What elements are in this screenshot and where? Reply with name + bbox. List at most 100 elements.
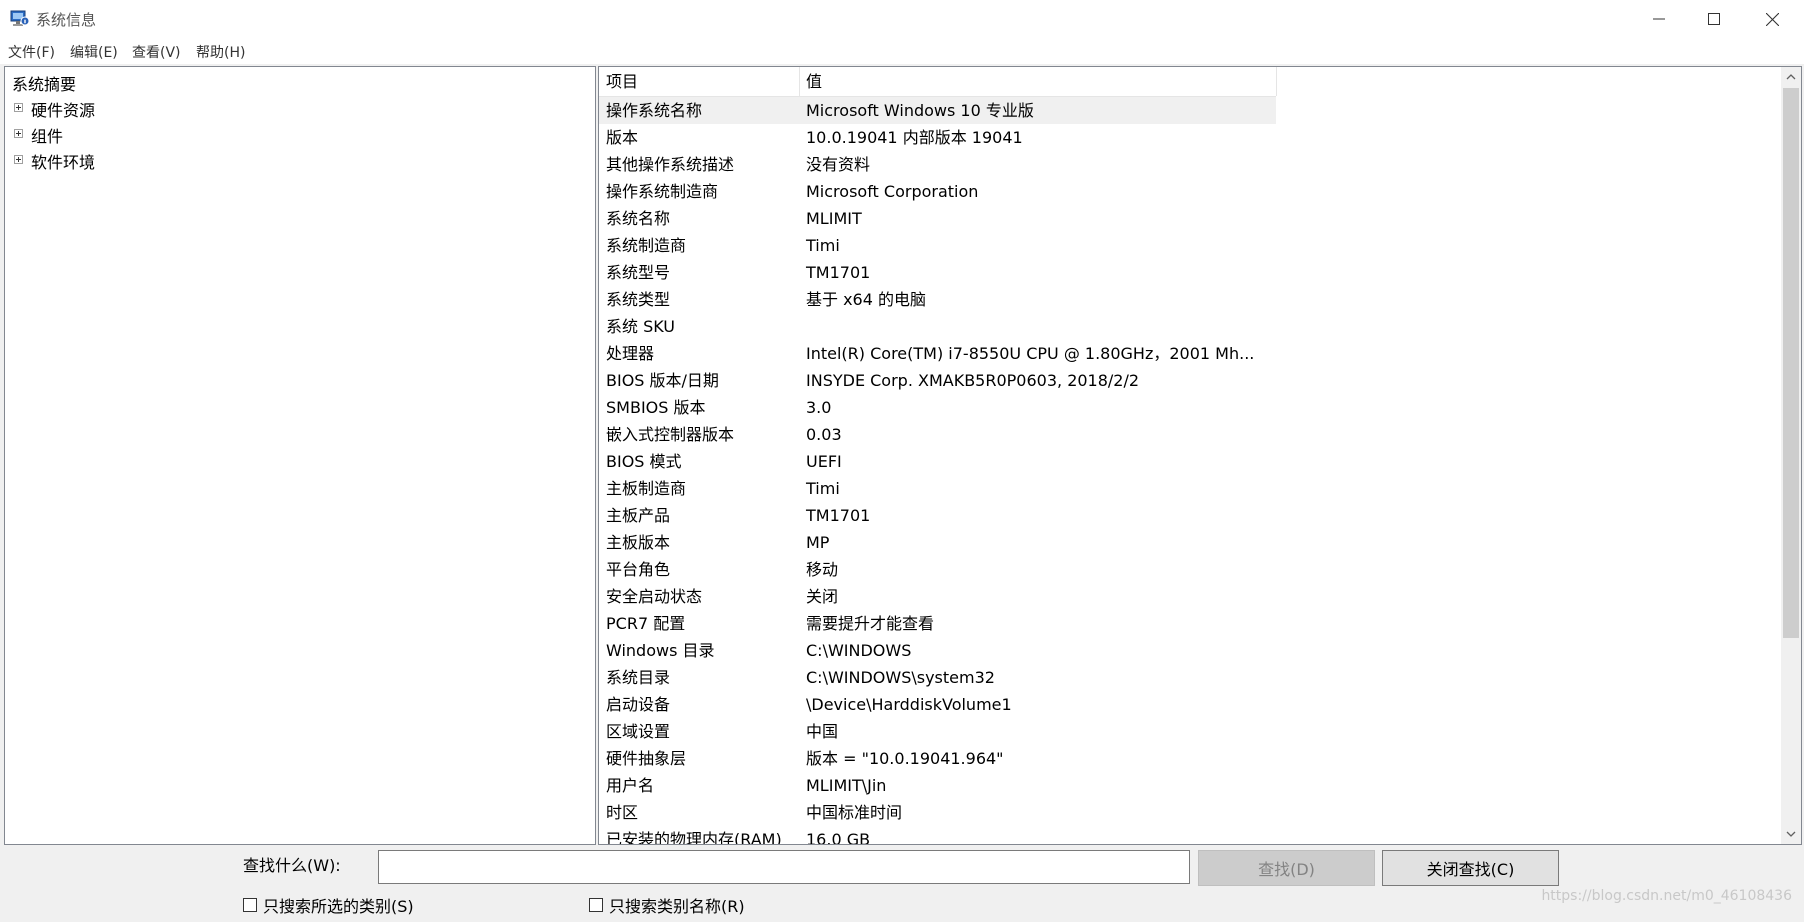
table-row[interactable]: 区域设置 中国: [599, 718, 1769, 745]
window-title: 系统信息: [36, 11, 97, 29]
tree-expand-plus-icon[interactable]: [14, 103, 23, 112]
table-row[interactable]: 其他操作系统描述 没有资料: [599, 151, 1769, 178]
menu-help[interactable]: 帮助(H): [196, 42, 245, 62]
row-value-cell: [799, 313, 1276, 340]
row-item-cell: 平台角色: [606, 560, 671, 579]
search-selected-category-checkbox[interactable]: [243, 898, 257, 912]
row-value-cell: \Device\HarddiskVolume1: [806, 695, 1012, 714]
menu-edit[interactable]: 编辑(E): [70, 42, 118, 62]
table-row[interactable]: 操作系统制造商 Microsoft Corporation: [599, 178, 1769, 205]
table-row[interactable]: SMBIOS 版本 3.0: [599, 394, 1769, 421]
menu-bar: 文件(F) 编辑(E) 查看(V) 帮助(H): [0, 38, 1804, 64]
table-row[interactable]: PCR7 配置 需要提升才能查看: [599, 610, 1769, 637]
close-icon: [1765, 12, 1779, 26]
category-tree[interactable]: 系统摘要 硬件资源 组件 软件环境: [4, 66, 596, 845]
table-row[interactable]: 处理器 Intel(R) Core(TM) i7-8550U CPU @ 1.80…: [599, 340, 1769, 367]
row-value-cell: C:\WINDOWS: [806, 641, 912, 660]
table-row[interactable]: 版本 10.0.19041 内部版本 19041: [599, 124, 1769, 151]
row-value-cell: MP: [806, 533, 830, 552]
tree-item-software-environment[interactable]: 软件环境: [31, 149, 95, 173]
table-row[interactable]: 操作系统名称 Microsoft Windows 10 专业版: [599, 97, 1769, 124]
table-row[interactable]: 主板版本 MP: [599, 529, 1769, 556]
vertical-scrollbar[interactable]: [1781, 67, 1801, 844]
row-item-cell: 主板制造商: [606, 479, 687, 498]
column-divider[interactable]: [1276, 67, 1277, 96]
details-list[interactable]: 项目 值 操作系统名称 Microsoft Windows 10 专业版版本 10.…: [598, 66, 1802, 845]
table-row[interactable]: 平台角色 移动: [599, 556, 1769, 583]
table-row[interactable]: 已安装的物理内存(RAM) 16.0 GB: [599, 826, 1769, 845]
search-category-names-option[interactable]: 只搜索类别名称(R): [589, 893, 745, 917]
table-row[interactable]: 系统 SKU: [599, 313, 1769, 340]
row-value-cell: 10.0.19041 内部版本 19041: [806, 128, 1023, 147]
search-category-names-label: 只搜索类别名称(R): [609, 897, 745, 916]
row-value-cell: Microsoft Windows 10 专业版: [799, 97, 1276, 124]
row-item-cell: 系统类型: [606, 290, 671, 309]
column-header-value[interactable]: 值: [799, 67, 1276, 96]
row-value-cell: 16.0 GB: [806, 830, 871, 845]
table-row[interactable]: 硬件抽象层 版本 = "10.0.19041.964": [599, 745, 1769, 772]
close-button[interactable]: [1743, 0, 1801, 38]
row-item-cell: 系统型号: [606, 263, 671, 282]
system-info-app-icon: [10, 9, 30, 27]
table-row[interactable]: 系统类型 基于 x64 的电脑: [599, 286, 1769, 313]
row-value-cell: 没有资料: [806, 155, 871, 174]
table-row[interactable]: 主板制造商 Timi: [599, 475, 1769, 502]
row-item-cell: 启动设备: [606, 695, 671, 714]
row-value-cell: Timi: [806, 236, 840, 255]
table-row[interactable]: 系统目录 C:\WINDOWS\system32: [599, 664, 1769, 691]
maximize-icon: [1708, 13, 1720, 25]
find-button[interactable]: 查找(D): [1198, 850, 1375, 886]
row-value-cell: 0.03: [806, 425, 842, 444]
row-item-cell: 系统名称: [606, 209, 671, 228]
row-item-cell: 时区: [606, 803, 639, 822]
row-value-cell: UEFI: [806, 452, 842, 471]
table-row[interactable]: 系统型号 TM1701: [599, 259, 1769, 286]
row-item-cell: 操作系统制造商: [606, 182, 719, 201]
row-item-cell: 系统 SKU: [606, 317, 676, 336]
table-row[interactable]: BIOS 模式 UEFI: [599, 448, 1769, 475]
row-item-cell: PCR7 配置: [606, 614, 686, 633]
search-category-names-checkbox[interactable]: [589, 898, 603, 912]
table-row[interactable]: 启动设备 \Device\HarddiskVolume1: [599, 691, 1769, 718]
tree-item-components[interactable]: 组件: [31, 123, 63, 147]
title-bar: 系统信息: [0, 0, 1804, 38]
row-item-cell: 硬件抽象层: [606, 749, 687, 768]
table-row[interactable]: 系统名称 MLIMIT: [599, 205, 1769, 232]
menu-file[interactable]: 文件(F): [8, 42, 55, 62]
table-row[interactable]: BIOS 版本/日期 INSYDE Corp. XMAKB5R0P0603, 20…: [599, 367, 1769, 394]
scroll-down-icon[interactable]: [1781, 824, 1801, 844]
table-row[interactable]: 嵌入式控制器版本 0.03: [599, 421, 1769, 448]
scroll-up-icon[interactable]: [1781, 67, 1801, 87]
row-value-cell: TM1701: [806, 506, 871, 525]
search-selected-category-option[interactable]: 只搜索所选的类别(S): [243, 893, 414, 917]
row-item-cell: 版本: [606, 128, 639, 147]
tree-item-system-summary[interactable]: 系统摘要: [12, 71, 76, 95]
scrollbar-thumb[interactable]: [1783, 88, 1799, 638]
row-item-cell: BIOS 版本/日期: [606, 371, 719, 390]
row-item-cell: 主板版本: [606, 533, 671, 552]
table-row[interactable]: Windows 目录 C:\WINDOWS: [599, 637, 1769, 664]
table-row[interactable]: 安全启动状态 关闭: [599, 583, 1769, 610]
menu-view[interactable]: 查看(V): [132, 42, 181, 62]
table-row[interactable]: 时区 中国标准时间: [599, 799, 1769, 826]
table-row[interactable]: 用户名 MLIMIT\Jin: [599, 772, 1769, 799]
list-header: 项目 值: [599, 67, 1277, 97]
table-row[interactable]: 系统制造商 Timi: [599, 232, 1769, 259]
find-input[interactable]: [378, 850, 1190, 884]
close-find-button[interactable]: 关闭查找(C): [1382, 850, 1559, 886]
find-bar: 查找什么(W): 查找(D) 关闭查找(C) 只搜索所选的类别(S) 只搜索类别…: [0, 845, 1804, 922]
tree-expand-plus-icon[interactable]: [14, 129, 23, 138]
minimize-button[interactable]: [1630, 0, 1688, 38]
row-value-cell: Microsoft Corporation: [806, 182, 979, 201]
tree-item-hardware-resources[interactable]: 硬件资源: [31, 97, 95, 121]
tree-expand-plus-icon[interactable]: [14, 155, 23, 164]
watermark: https://blog.csdn.net/m0_46108436: [1541, 888, 1792, 904]
row-item-cell: 主板产品: [606, 506, 671, 525]
column-header-item[interactable]: 项目: [599, 67, 799, 96]
row-item-cell: 区域设置: [606, 722, 671, 741]
row-value-cell: 关闭: [806, 587, 839, 606]
row-item-cell: 其他操作系统描述: [606, 155, 735, 174]
row-value-cell: C:\WINDOWS\system32: [806, 668, 995, 687]
table-row[interactable]: 主板产品 TM1701: [599, 502, 1769, 529]
maximize-button[interactable]: [1685, 0, 1743, 38]
